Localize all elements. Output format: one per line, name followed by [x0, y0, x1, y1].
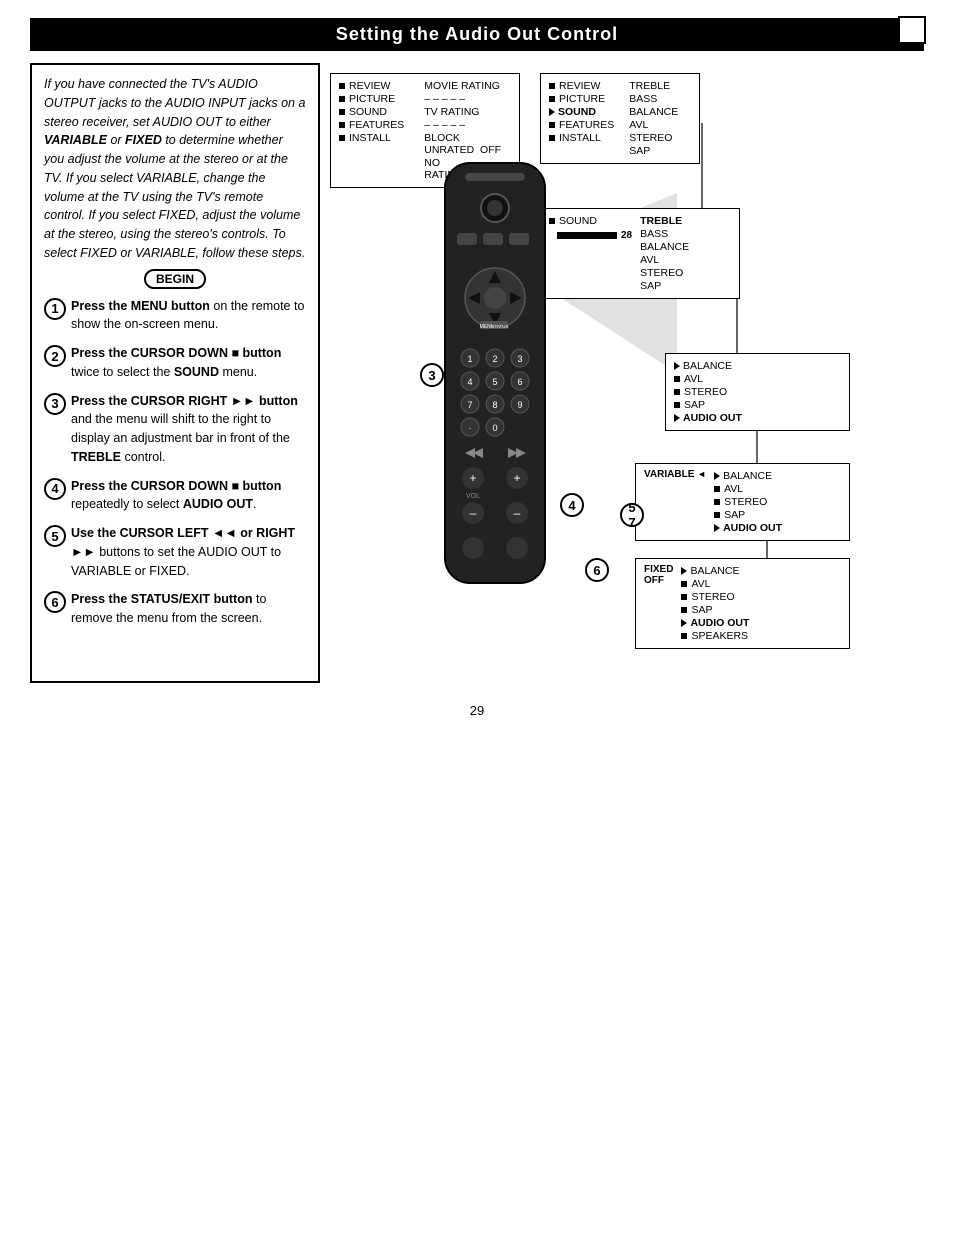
menu-item-stereo-4: STEREO — [674, 386, 841, 398]
svg-text:+: + — [469, 471, 476, 485]
step-num-1: 1 — [44, 298, 66, 320]
menu-item-avl-4: AVL — [674, 373, 841, 385]
menu-item-balance-2: BALANCE — [629, 106, 678, 118]
menu-item-install-1: INSTALL — [339, 132, 404, 144]
menu-item-stereo-5: STEREO — [714, 496, 782, 508]
step-num-4: 4 — [44, 478, 66, 500]
step-num-5: 5 — [44, 525, 66, 547]
svg-text:9: 9 — [517, 400, 522, 410]
menu-item-balance-5: BALANCE — [714, 470, 782, 482]
diag-step-4: 4 — [560, 493, 584, 517]
menu-item-review-2: REVIEW — [549, 80, 614, 92]
menu-item-treble-2: TREBLE — [629, 80, 678, 92]
svg-text:1: 1 — [467, 354, 472, 364]
menu-item-bass-3: BASS — [640, 228, 689, 240]
begin-badge: BEGIN — [144, 269, 206, 289]
step-2: 2 Press the CURSOR DOWN ■ button twice t… — [44, 344, 306, 382]
step-text-2: Press the CURSOR DOWN ■ button twice to … — [71, 344, 306, 382]
step-5: 5 Use the CURSOR LEFT ◄◄ or RIGHT ►► but… — [44, 524, 306, 580]
menu-item-movie-rating: MOVIE RATING — [424, 80, 511, 92]
page-title: Setting the Audio Out Control — [30, 24, 924, 45]
step-4: 4 Press the CURSOR DOWN ■ button repeate… — [44, 477, 306, 515]
menu-item-balance-6: BALANCE — [681, 565, 749, 577]
menu-item-stereo-2: STEREO — [629, 132, 678, 144]
menu-item-sound-2-sel: SOUND — [549, 106, 614, 118]
step-text-1: Press the MENU button on the remote to s… — [71, 297, 306, 335]
menu-item-features-1: FEATURES — [339, 119, 404, 131]
menu-item-avl-2: AVL — [629, 119, 678, 131]
svg-text:2: 2 — [492, 354, 497, 364]
svg-text:·: · — [469, 423, 472, 433]
step-text-4: Press the CURSOR DOWN ■ button repeatedl… — [71, 477, 306, 515]
diag-step-5-6: 57 — [620, 503, 644, 527]
page-number: 29 — [0, 703, 954, 738]
svg-text:+: + — [513, 471, 520, 485]
main-content: If you have connected the TV's AUDIO OUT… — [30, 63, 924, 683]
diag-step-3: 3 — [420, 363, 444, 387]
menu-item-audioout-5: AUDIO OUT — [714, 522, 782, 534]
page-wrapper: Setting the Audio Out Control If you hav… — [0, 18, 954, 738]
menu-item-balance-4: BALANCE — [674, 360, 841, 372]
menu-item-audioout-4: AUDIO OUT — [674, 412, 841, 424]
svg-text:7: 7 — [467, 400, 472, 410]
menu-item-picture-2: PICTURE — [549, 93, 614, 105]
svg-text:6: 6 — [517, 377, 522, 387]
step-1: 1 Press the MENU button on the remote to… — [44, 297, 306, 335]
svg-text:–: – — [470, 506, 477, 520]
instructions-column: If you have connected the TV's AUDIO OUT… — [30, 63, 320, 683]
page-header: Setting the Audio Out Control — [30, 18, 924, 51]
step-3: 3 Press the CURSOR RIGHT ►► button and t… — [44, 392, 306, 467]
menu-item-stereo-6: STEREO — [681, 591, 749, 603]
intro-paragraph: If you have connected the TV's AUDIO OUT… — [44, 75, 306, 263]
menu-item-sap-2: SAP — [629, 145, 678, 157]
menu-item-tv-rating: TV RATING — [424, 106, 511, 118]
menu-item-features-2: FEATURES — [549, 119, 614, 131]
svg-text:–: – — [514, 506, 521, 520]
menu-item-sap-6: SAP — [681, 604, 749, 616]
step-text-3: Press the CURSOR RIGHT ►► button and the… — [71, 392, 306, 467]
svg-text:3: 3 — [517, 354, 522, 364]
svg-text:5: 5 — [492, 377, 497, 387]
step-num-3: 3 — [44, 393, 66, 415]
menu-item-avl-5: AVL — [714, 483, 782, 495]
menu-item-audioout-6: AUDIO OUT — [681, 617, 749, 629]
menu-box-6: FIXED OFF BALANCE AVL STEREO SAP AUDIO O… — [635, 558, 850, 649]
menu-item-treble-3: TREBLE — [640, 215, 689, 227]
menu-item-sap-4: SAP — [674, 399, 841, 411]
menu-box-2: REVIEW PICTURE SOUND FEATURES INSTALL TR… — [540, 73, 700, 164]
menu-item-sound-1: SOUND — [339, 106, 404, 118]
header-corner-box — [898, 16, 926, 44]
menu-item-avl-3: AVL — [640, 254, 689, 266]
menu-item-sap-3: SAP — [640, 280, 689, 292]
step-num-2: 2 — [44, 345, 66, 367]
menu-item-speakers-6: SPEAKERS — [681, 630, 749, 642]
menu-item-balance-3: BALANCE — [640, 241, 689, 253]
menu-item-review-1: REVIEW — [339, 80, 404, 92]
svg-text:VOL: VOL — [466, 493, 480, 500]
step-text-5: Use the CURSOR LEFT ◄◄ or RIGHT ►► butto… — [71, 524, 306, 580]
diagram-column: REVIEW PICTURE SOUND FEATURES INSTALL MO… — [330, 63, 924, 683]
svg-text:STATUS: STATUS — [491, 324, 508, 329]
svg-text:8: 8 — [492, 400, 497, 410]
step-6: 6 Press the STATUS/EXIT button to remove… — [44, 590, 306, 628]
menu-item-dash1: – – – – – — [424, 93, 511, 105]
menu-item-picture-1: PICTURE — [339, 93, 404, 105]
menu-box-5: VARIABLE ◄ BALANCE AVL STEREO SAP AUDIO … — [635, 463, 850, 541]
menu-box-4: BALANCE AVL STEREO SAP AUDIO OUT — [665, 353, 850, 431]
menu-item-stereo-3: STEREO — [640, 267, 689, 279]
menu-item-sap-5: SAP — [714, 509, 782, 521]
menu-item-bass-2: BASS — [629, 93, 678, 105]
menu-item-install-2: INSTALL — [549, 132, 614, 144]
svg-text:0: 0 — [492, 423, 497, 433]
step-text-6: Press the STATUS/EXIT button to remove t… — [71, 590, 306, 628]
diag-step-6: 6 — [585, 558, 609, 582]
menu-item-dash2: – – – – – — [424, 119, 511, 131]
svg-text:4: 4 — [467, 377, 472, 387]
menu-diagram: REVIEW PICTURE SOUND FEATURES INSTALL MO… — [330, 63, 924, 683]
step-num-6: 6 — [44, 591, 66, 613]
menu-item-avl-6: AVL — [681, 578, 749, 590]
